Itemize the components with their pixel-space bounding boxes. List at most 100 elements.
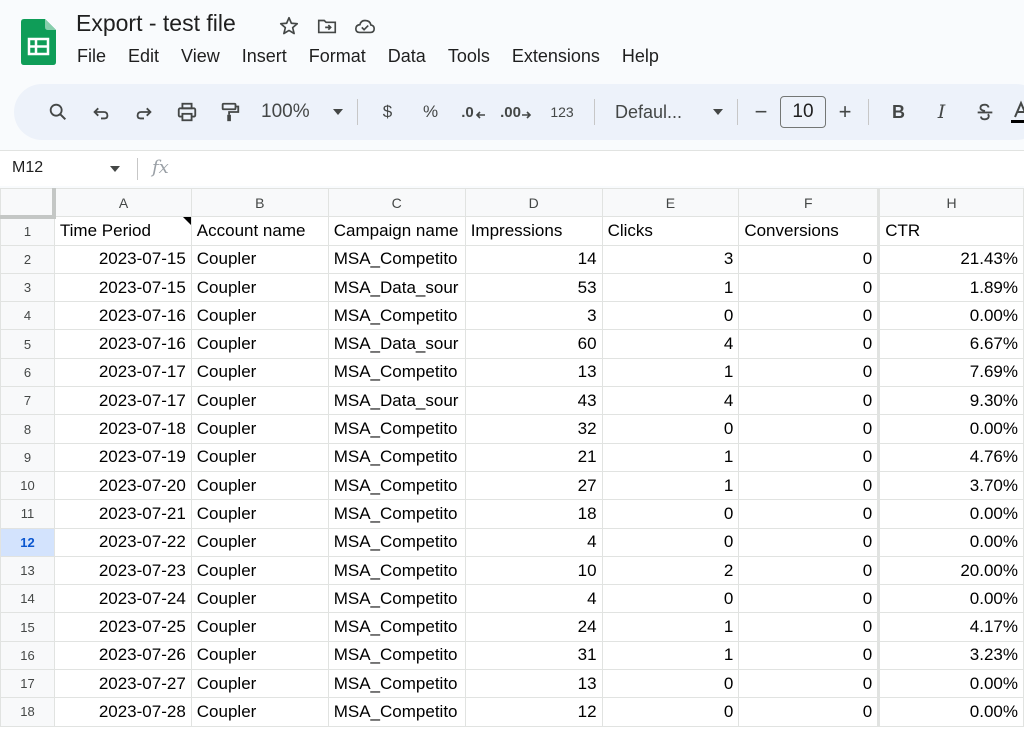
row-header[interactable]: 4 [0,301,55,331]
grid-cell[interactable]: 10 [464,555,603,586]
grid-cell[interactable]: 2023-07-15 [53,244,192,274]
grid-cell[interactable]: 1 [601,640,740,671]
grid-cell[interactable]: MSA_Competito [327,669,466,699]
grid-cell[interactable]: 0 [601,301,740,331]
font-family-select[interactable]: Defaul... [603,94,729,130]
grid-cell[interactable]: 0 [601,527,740,557]
sheets-logo-icon[interactable] [21,19,56,65]
grid-cell[interactable]: MSA_Competito [327,244,466,274]
grid-cell[interactable]: 2023-07-28 [53,697,192,727]
star-icon[interactable] [276,13,302,39]
grid-cell[interactable]: 3 [601,244,740,274]
row-header[interactable]: 18 [0,697,55,727]
grid-cell[interactable]: 0.00% [877,527,1024,557]
grid-cell[interactable]: Coupler [190,386,329,416]
grid-cell[interactable]: Coupler [190,272,329,303]
row-header[interactable]: 8 [0,414,55,444]
grid-cell[interactable]: Coupler [190,442,329,472]
grid-cell[interactable]: Coupler [190,555,329,586]
grid-cell[interactable]: 0.00% [877,499,1024,529]
row-header[interactable]: 2 [0,244,55,274]
grid-cell[interactable]: 7.69% [877,357,1024,388]
grid-cell[interactable]: 0 [738,697,880,727]
grid-cell[interactable]: MSA_Competito [327,414,466,444]
grid-cell[interactable]: 60 [464,329,603,359]
bold-button[interactable]: B [877,94,920,130]
grid-cell[interactable]: 12 [464,697,603,727]
grid-cell[interactable]: 1 [601,612,740,642]
grid-cell[interactable]: 21 [464,442,603,472]
grid-cell[interactable]: 2023-07-19 [53,442,192,472]
currency-format-button[interactable]: $ [366,94,409,130]
grid-cell[interactable]: 53 [464,272,603,303]
grid-cell[interactable]: 2023-07-17 [53,357,192,388]
row-header[interactable]: 17 [0,669,55,699]
grid-cell[interactable]: Time Period [53,216,192,246]
more-formats-button[interactable]: 123 [538,94,586,130]
grid-cell[interactable]: 21.43% [877,244,1024,274]
grid-cell[interactable]: 31 [464,640,603,671]
row-header[interactable]: 12 [0,527,55,557]
grid-cell[interactable]: Clicks [601,216,740,246]
grid-cell[interactable]: 14 [464,244,603,274]
grid-cell[interactable]: 0.00% [877,669,1024,699]
increase-decimal-button[interactable]: .00 [495,94,538,130]
grid-cell[interactable]: 2023-07-20 [53,470,192,501]
decrease-decimal-button[interactable]: .0 [452,94,495,130]
grid-cell[interactable]: 0 [738,301,880,331]
grid-cell[interactable]: CTR [877,216,1024,246]
grid-cell[interactable]: Coupler [190,329,329,359]
menu-edit[interactable]: Edit [117,46,170,67]
grid-cell[interactable]: 4 [464,527,603,557]
grid-cell[interactable]: 0.00% [877,301,1024,331]
column-header[interactable]: C [327,188,466,218]
grid-cell[interactable]: 0 [738,640,880,671]
grid-cell[interactable]: 0 [738,584,880,614]
grid-cell[interactable]: Coupler [190,244,329,274]
row-header[interactable]: 1 [0,216,55,246]
grid-cell[interactable]: MSA_Competito [327,442,466,472]
menu-view[interactable]: View [170,46,231,67]
move-folder-icon[interactable] [314,13,340,39]
grid-cell[interactable]: Coupler [190,612,329,642]
grid-cell[interactable]: 2023-07-22 [53,527,192,557]
grid-cell[interactable]: Conversions [738,216,880,246]
grid-cell[interactable]: 0 [738,442,880,472]
row-header[interactable]: 15 [0,612,55,642]
grid-cell[interactable]: 0 [738,272,880,303]
menu-data[interactable]: Data [377,46,437,67]
grid-cell[interactable]: Coupler [190,357,329,388]
grid-cell[interactable]: Coupler [190,301,329,331]
grid-cell[interactable]: 1 [601,442,740,472]
paint-format-icon[interactable] [208,94,251,130]
grid-cell[interactable]: 4.17% [877,612,1024,642]
grid-cell[interactable]: Coupler [190,527,329,557]
grid-cell[interactable]: MSA_Competito [327,499,466,529]
row-header[interactable]: 16 [0,640,55,671]
zoom-select[interactable]: 100% [251,94,349,130]
grid-cell[interactable]: Coupler [190,669,329,699]
grid-cell[interactable]: 13 [464,357,603,388]
grid-cell[interactable]: 1.89% [877,272,1024,303]
grid-cell[interactable]: 0 [738,527,880,557]
grid-cell[interactable]: 2023-07-24 [53,584,192,614]
grid-cell[interactable]: 2023-07-15 [53,272,192,303]
grid-cell[interactable]: 0 [738,669,880,699]
italic-button[interactable]: I [920,94,963,130]
grid-cell[interactable]: 4 [601,329,740,359]
print-icon[interactable] [165,94,208,130]
row-header[interactable]: 6 [0,357,55,388]
menu-tools[interactable]: Tools [437,46,501,67]
grid-cell[interactable]: 2023-07-16 [53,329,192,359]
grid-cell[interactable]: 1 [601,357,740,388]
grid-cell[interactable]: 0 [738,244,880,274]
strikethrough-icon[interactable] [963,94,1006,130]
grid-cell[interactable]: 0 [738,555,880,586]
grid-cell[interactable]: Coupler [190,584,329,614]
grid-cell[interactable]: 18 [464,499,603,529]
menu-insert[interactable]: Insert [231,46,298,67]
redo-icon[interactable] [122,94,165,130]
cloud-saved-icon[interactable] [352,13,378,39]
row-header[interactable]: 14 [0,584,55,614]
grid-cell[interactable]: 2023-07-25 [53,612,192,642]
